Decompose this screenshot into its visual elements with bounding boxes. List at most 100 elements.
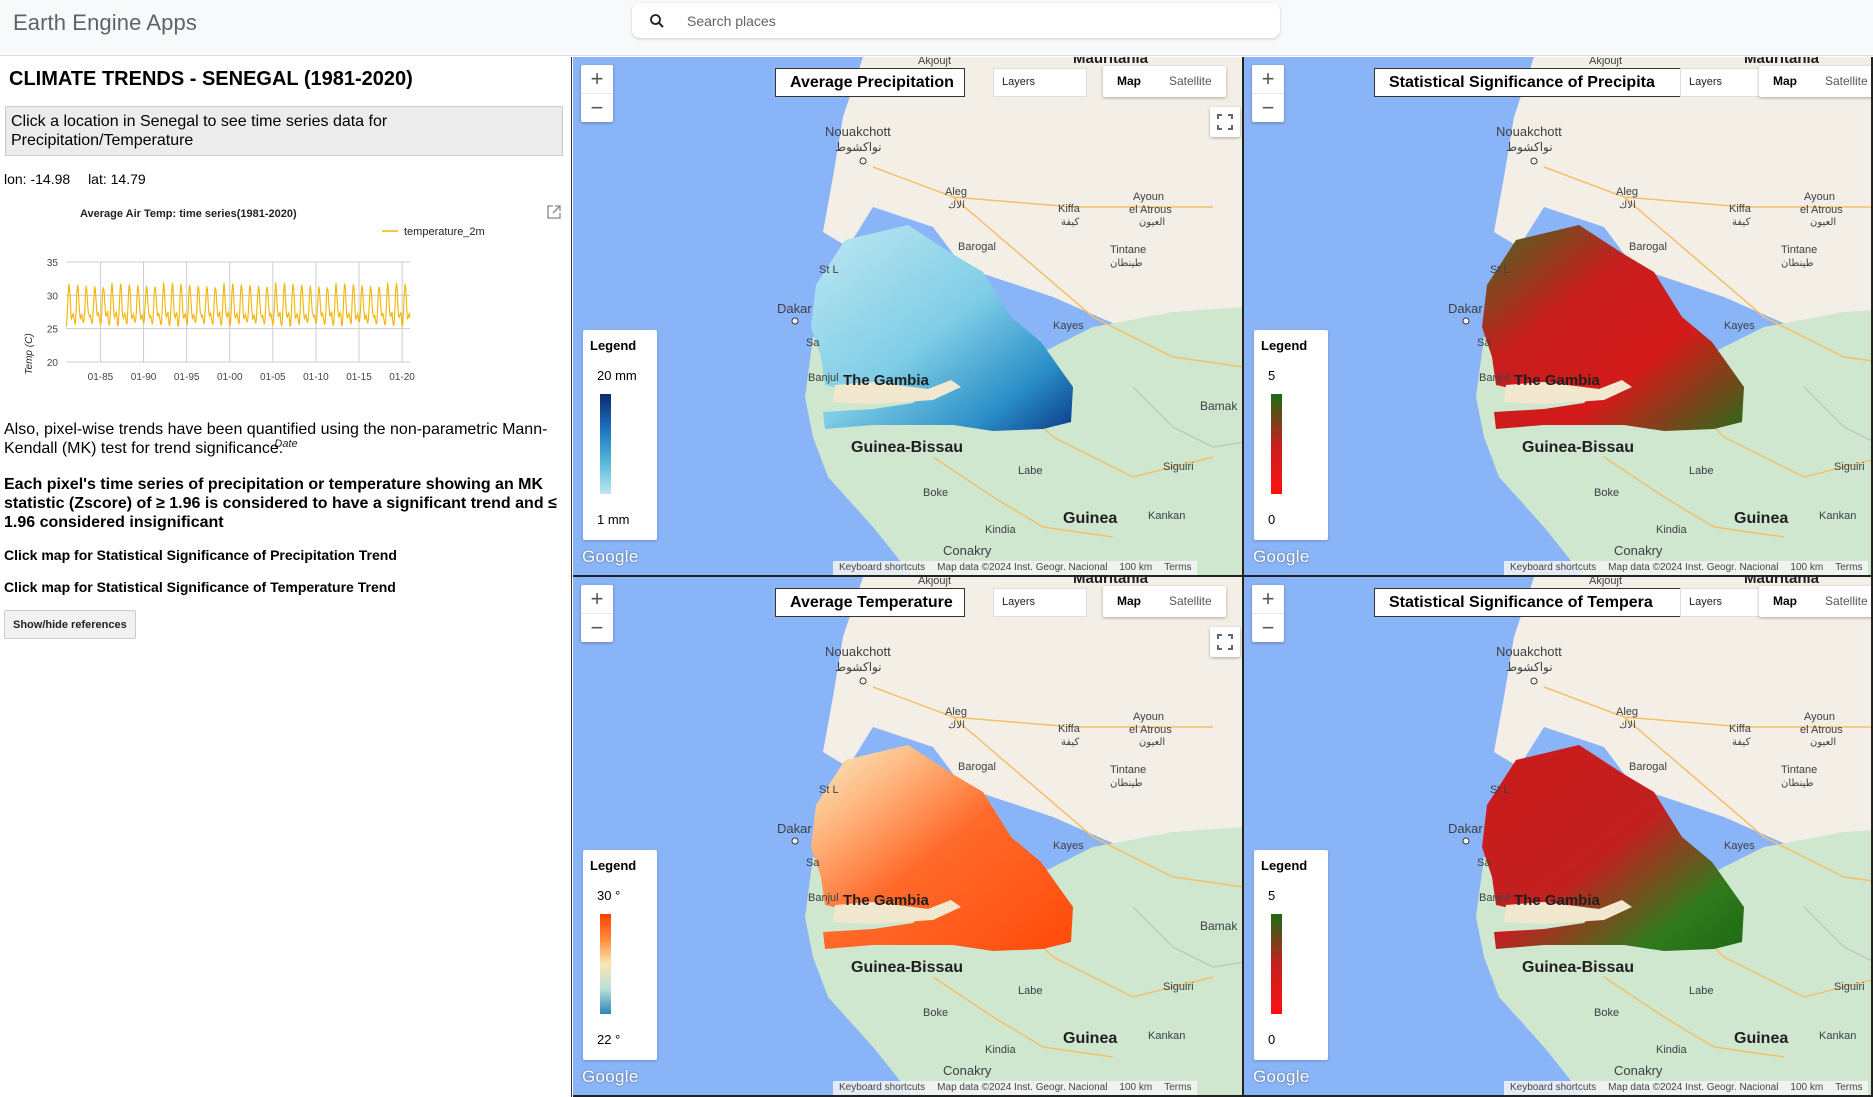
terms-link[interactable]: Terms — [1158, 561, 1197, 575]
map-canvas[interactable]: Akjoujt Mauritania Nouakchott نواكشوط Al… — [573, 577, 1244, 1097]
svg-text:Akjoujt: Akjoujt — [918, 577, 951, 587]
svg-text:الاك: الاك — [1619, 720, 1636, 731]
map-legend: Legend 5 0 — [1254, 850, 1328, 1060]
map-grid: Akjoujt Mauritania Nouakchott نواكشوط Al… — [573, 57, 1873, 1097]
map-type-control: Map Satellite — [1103, 586, 1226, 617]
map-type-map-button[interactable]: Map — [1103, 586, 1155, 617]
svg-text:Kiffa: Kiffa — [1729, 723, 1752, 735]
svg-text:الاك: الاك — [948, 200, 965, 211]
svg-text:Conakry: Conakry — [1614, 1063, 1663, 1078]
svg-text:Conakry: Conakry — [943, 1063, 992, 1078]
svg-text:Dakar: Dakar — [777, 821, 812, 836]
svg-text:Sa: Sa — [1477, 857, 1491, 869]
map-attribution: Keyboard shortcuts Map data ©2024 Inst. … — [833, 561, 1198, 575]
svg-text:Sa: Sa — [806, 857, 820, 869]
svg-text:Boke: Boke — [1594, 1007, 1619, 1019]
svg-text:Dakar: Dakar — [1448, 821, 1483, 836]
map-canvas[interactable]: Akjoujt Mauritania Nouakchott نواكشوط Al… — [1244, 57, 1873, 577]
map-canvas[interactable]: Akjoujt Mauritania Nouakchott نواكشوط Al… — [573, 57, 1244, 577]
svg-text:Conakry: Conakry — [943, 543, 992, 558]
map-panel-sig-precip[interactable]: Akjoujt Mauritania Nouakchott نواكشوط Al… — [1244, 57, 1873, 577]
chart-ylabel: Temp (C) — [24, 333, 35, 374]
svg-text:كيفة: كيفة — [1061, 737, 1079, 748]
zoom-in-button[interactable]: + — [1252, 585, 1284, 613]
map-type-map-button[interactable]: Map — [1759, 586, 1811, 617]
chart-ytick-label: 25 — [47, 325, 59, 336]
fullscreen-button[interactable] — [1210, 107, 1240, 137]
lon-readout: lon: -14.98 — [4, 171, 71, 187]
svg-text:Akjoujt: Akjoujt — [1589, 577, 1622, 587]
svg-text:Kayes: Kayes — [1053, 320, 1084, 332]
svg-text:نواكشوط: نواكشوط — [1506, 140, 1553, 154]
legend-max-label: 30 ° — [597, 888, 621, 903]
map-panel-temp[interactable]: Akjoujt Mauritania Nouakchott نواكشوط Al… — [573, 577, 1244, 1097]
keyboard-shortcuts-link[interactable]: Keyboard shortcuts — [833, 561, 931, 575]
map-panel-precip[interactable]: Akjoujt Mauritania Nouakchott نواكشوط Al… — [573, 57, 1244, 577]
svg-text:Kayes: Kayes — [1724, 320, 1755, 332]
svg-text:Ayoun: Ayoun — [1133, 191, 1164, 203]
terms-link[interactable]: Terms — [1158, 1081, 1197, 1095]
toggle-references-button[interactable]: Show/hide references — [4, 610, 136, 639]
terms-link[interactable]: Terms — [1829, 1081, 1868, 1095]
svg-text:Tintane: Tintane — [1781, 244, 1817, 256]
svg-text:العيون: العيون — [1810, 737, 1836, 748]
series-line-temperature — [65, 282, 411, 327]
layers-dropdown[interactable]: Layers — [993, 588, 1087, 617]
keyboard-shortcuts-link[interactable]: Keyboard shortcuts — [833, 1081, 931, 1095]
search-box[interactable] — [632, 3, 1280, 38]
keyboard-shortcuts-link[interactable]: Keyboard shortcuts — [1504, 561, 1602, 575]
zoom-in-button[interactable]: + — [1252, 65, 1284, 93]
map-type-satellite-button[interactable]: Satellite — [1811, 586, 1871, 617]
fullscreen-button[interactable] — [1210, 627, 1240, 657]
zoom-in-button[interactable]: + — [581, 65, 613, 93]
legend-color-bar — [1271, 914, 1282, 1014]
map-attribution: Keyboard shortcuts Map data ©2024 Inst. … — [1504, 1081, 1869, 1095]
zoom-out-button[interactable]: − — [581, 613, 613, 641]
svg-text:Kiffa: Kiffa — [1058, 723, 1081, 735]
legend-color-bar — [600, 914, 611, 1014]
search-input[interactable] — [687, 9, 1247, 33]
layers-dropdown[interactable]: Layers — [993, 68, 1087, 97]
svg-text:Tintane: Tintane — [1110, 244, 1146, 256]
scale-label: 100 km — [1790, 1082, 1824, 1093]
lat-readout: lat: 14.79 — [88, 171, 146, 187]
svg-text:Barogal: Barogal — [1629, 761, 1667, 773]
svg-text:Boke: Boke — [923, 487, 948, 499]
map-type-satellite-button[interactable]: Satellite — [1155, 66, 1226, 97]
map-type-satellite-button[interactable]: Satellite — [1155, 586, 1226, 617]
chart-xtick-label: 01-05 — [260, 372, 286, 383]
svg-text:Aleg: Aleg — [1616, 706, 1638, 718]
svg-text:Guinea: Guinea — [1063, 510, 1117, 527]
zoom-out-button[interactable]: − — [1252, 613, 1284, 641]
map-title: Average Temperature — [775, 588, 965, 617]
map-canvas[interactable]: Akjoujt Mauritania Nouakchott نواكشوط Al… — [1244, 577, 1873, 1097]
svg-text:Aleg: Aleg — [1616, 186, 1638, 198]
terms-link[interactable]: Terms — [1829, 561, 1868, 575]
keyboard-shortcuts-link[interactable]: Keyboard shortcuts — [1504, 1081, 1602, 1095]
map-type-map-button[interactable]: Map — [1759, 66, 1811, 97]
svg-text:Guinea: Guinea — [1063, 1030, 1117, 1047]
zoom-out-button[interactable]: − — [581, 93, 613, 121]
map-data-credit: Map data ©2024 Inst. Geogr. Nacional — [1608, 562, 1779, 573]
chart-xtick-label: 01-10 — [303, 372, 329, 383]
svg-text:Guinea-Bissau: Guinea-Bissau — [1522, 439, 1634, 456]
chart-legend: temperature_2m — [382, 226, 485, 238]
zoom-out-button[interactable]: − — [1252, 93, 1284, 121]
map-type-map-button[interactable]: Map — [1103, 66, 1155, 97]
svg-text:Aleg: Aleg — [945, 706, 967, 718]
svg-text:Tintane: Tintane — [1781, 764, 1817, 776]
svg-text:Dakar: Dakar — [1448, 301, 1483, 316]
legend-min-label: 0 — [1268, 512, 1276, 527]
zoom-in-button[interactable]: + — [581, 585, 613, 613]
map-type-satellite-button[interactable]: Satellite — [1811, 66, 1871, 97]
svg-text:Guinea-Bissau: Guinea-Bissau — [851, 439, 963, 456]
google-logo: Google — [1253, 547, 1310, 566]
svg-text:Barogal: Barogal — [958, 761, 996, 773]
svg-text:el Atrous: el Atrous — [1129, 204, 1172, 216]
svg-text:Ayoun: Ayoun — [1804, 711, 1835, 723]
svg-text:el Atrous: el Atrous — [1129, 724, 1172, 736]
map-panel-sig-temp[interactable]: Akjoujt Mauritania Nouakchott نواكشوط Al… — [1244, 577, 1873, 1097]
fullscreen-icon — [1217, 634, 1233, 650]
svg-text:Guinea: Guinea — [1734, 1030, 1788, 1047]
svg-text:نواكشوط: نواكشوط — [1506, 660, 1553, 674]
